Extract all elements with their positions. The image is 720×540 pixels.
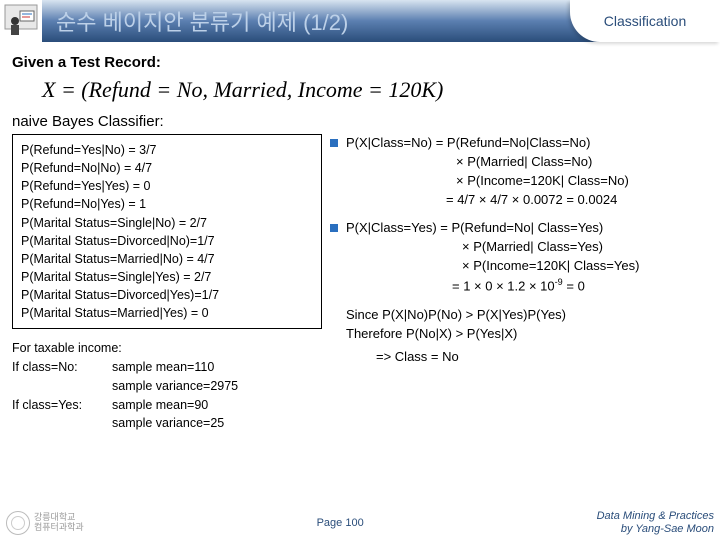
- taxable-income-section: For taxable income: If class=No: sample …: [12, 339, 322, 433]
- university-seal-icon: [6, 511, 30, 535]
- tax-yes-var: sample variance=25: [112, 414, 224, 433]
- slide-footer: 강릉대학교 컴퓨터과학과 Page 100 Data Mining & Prac…: [0, 506, 720, 540]
- prob-line: P(Refund=Yes|No) = 3/7: [21, 141, 313, 159]
- prob-line: P(Marital Status=Single|Yes) = 2/7: [21, 268, 313, 286]
- slide-header: 순수 베이지안 분류기 예제 (1/2) Classification: [0, 0, 720, 42]
- prob-line: P(Refund=No|Yes) = 1: [21, 195, 313, 213]
- tax-no-mean: sample mean=110: [112, 358, 238, 377]
- calc-line: × P(Married| Class=Yes): [346, 238, 639, 257]
- calc-line: = 1 × 0 × 1.2 × 10-9 = 0: [346, 276, 639, 296]
- bullet-icon: [330, 139, 338, 147]
- dept-name: 컴퓨터과학과: [34, 523, 84, 533]
- calc-line: × P(Income=120K| Class=Yes): [346, 257, 639, 276]
- page-number: Page 100: [317, 517, 364, 529]
- conclusion-result: => Class = No: [376, 348, 708, 367]
- given-heading: Given a Test Record:: [12, 54, 708, 71]
- calc-line: × P(Married| Class=No): [346, 153, 629, 172]
- tax-no-var: sample variance=2975: [112, 377, 238, 396]
- footer-credit: Data Mining & Practices by Yang-Sae Moon: [597, 510, 714, 536]
- calc-class-yes: P(X|Class=Yes) = P(Refund=No| Class=Yes)…: [330, 219, 708, 296]
- tax-yes-mean: sample mean=90: [112, 396, 224, 415]
- calc-line: × P(Income=120K| Class=No): [346, 172, 629, 191]
- header-illustration: [0, 0, 42, 42]
- prob-line: P(Marital Status=Single|No) = 2/7: [21, 214, 313, 232]
- bullet-icon: [330, 224, 338, 232]
- person-presenting-icon: [3, 3, 39, 39]
- prob-line: P(Marital Status=Married|No) = 4/7: [21, 250, 313, 268]
- tax-yes-label: If class=Yes:: [12, 396, 112, 434]
- conclusion-line: Therefore P(No|X) > P(Yes|X): [346, 325, 708, 344]
- prob-line: P(Marital Status=Married|Yes) = 0: [21, 304, 313, 322]
- probability-table-box: P(Refund=Yes|No) = 3/7 P(Refund=No|No) =…: [12, 134, 322, 329]
- footer-affiliation: 강릉대학교 컴퓨터과학과: [6, 511, 84, 535]
- prob-line: P(Marital Status=Divorced|No)=1/7: [21, 232, 313, 250]
- slide-category: Classification: [570, 0, 720, 42]
- calc-line: = 4/7 × 4/7 × 0.0072 = 0.0024: [346, 191, 629, 210]
- slide-content: Given a Test Record: X = (Refund = No, M…: [0, 42, 720, 433]
- calc-line: P(X|Class=Yes) = P(Refund=No| Class=Yes): [346, 219, 639, 238]
- prob-line: P(Refund=Yes|Yes) = 0: [21, 177, 313, 195]
- calc-line: P(X|Class=No) = P(Refund=No|Class=No): [346, 134, 629, 153]
- slide-title: 순수 베이지안 분류기 예제 (1/2): [42, 5, 348, 37]
- classifier-heading: naive Bayes Classifier:: [12, 113, 708, 130]
- tax-title: For taxable income:: [12, 339, 322, 358]
- prob-line: P(Refund=No|No) = 4/7: [21, 159, 313, 177]
- calc-class-no: P(X|Class=No) = P(Refund=No|Class=No) × …: [330, 134, 708, 209]
- tax-no-label: If class=No:: [12, 358, 112, 396]
- test-record-formula: X = (Refund = No, Married, Income = 120K…: [42, 77, 708, 103]
- prob-line: P(Marital Status=Divorced|Yes)=1/7: [21, 286, 313, 304]
- conclusion-line: Since P(X|No)P(No) > P(X|Yes)P(Yes): [346, 306, 708, 325]
